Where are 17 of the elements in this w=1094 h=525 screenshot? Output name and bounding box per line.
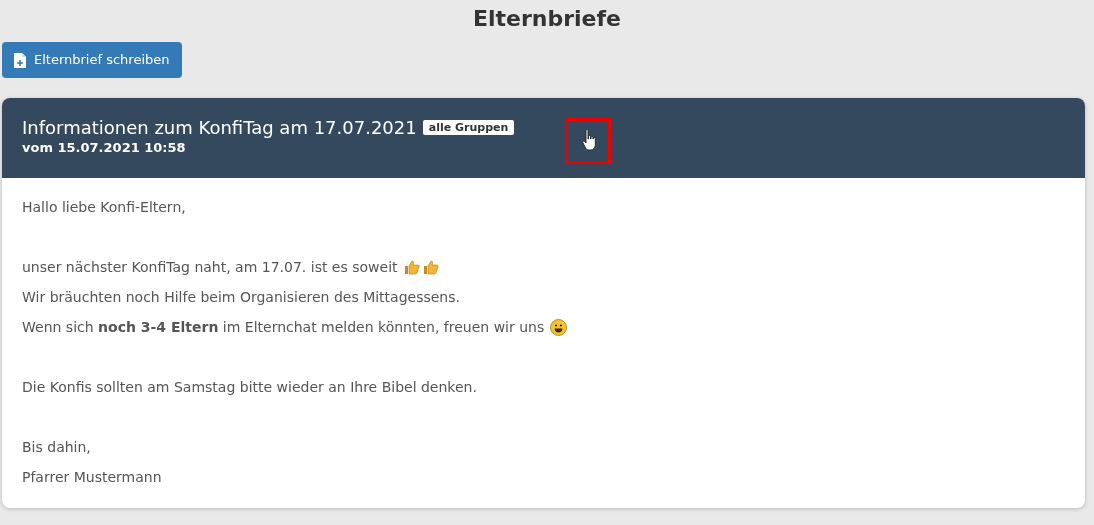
thumbs-up-icon <box>403 259 420 275</box>
group-badge: alle Gruppen <box>422 120 515 135</box>
hand-cursor-icon <box>582 129 596 151</box>
body-text: Die Konfis sollten am Samstag bitte wieder an Ihre Bibel denken. <box>22 378 477 397</box>
page-title: Elternbriefe <box>471 5 623 33</box>
new-document-icon <box>14 52 26 68</box>
letter-date: vom 15.07.2021 10:58 <box>22 140 187 156</box>
body-text: Wir bräuchten noch Hilfe beim Organisieren des Mittagessens. <box>22 288 460 307</box>
body-text: Wenn sich noch 3-4 Eltern im Elternchat melden könnten, freuen wir uns <box>22 318 545 337</box>
smiley-icon <box>550 318 568 336</box>
letter-title: Informationen zum KonfiTag am 17.07.2021 <box>22 117 417 138</box>
body-text: Pfarrer Mustermann <box>22 468 162 487</box>
write-letter-button[interactable]: Elternbrief schreiben <box>2 42 182 78</box>
body-text: unser nächster KonfiTag naht, am 17.07. ist es soweit <box>22 258 398 277</box>
body-text: Bis dahin, <box>22 438 91 457</box>
thumbs-up-icon <box>422 259 439 275</box>
body-text: Hallo liebe Konfi-Eltern, <box>22 198 186 217</box>
